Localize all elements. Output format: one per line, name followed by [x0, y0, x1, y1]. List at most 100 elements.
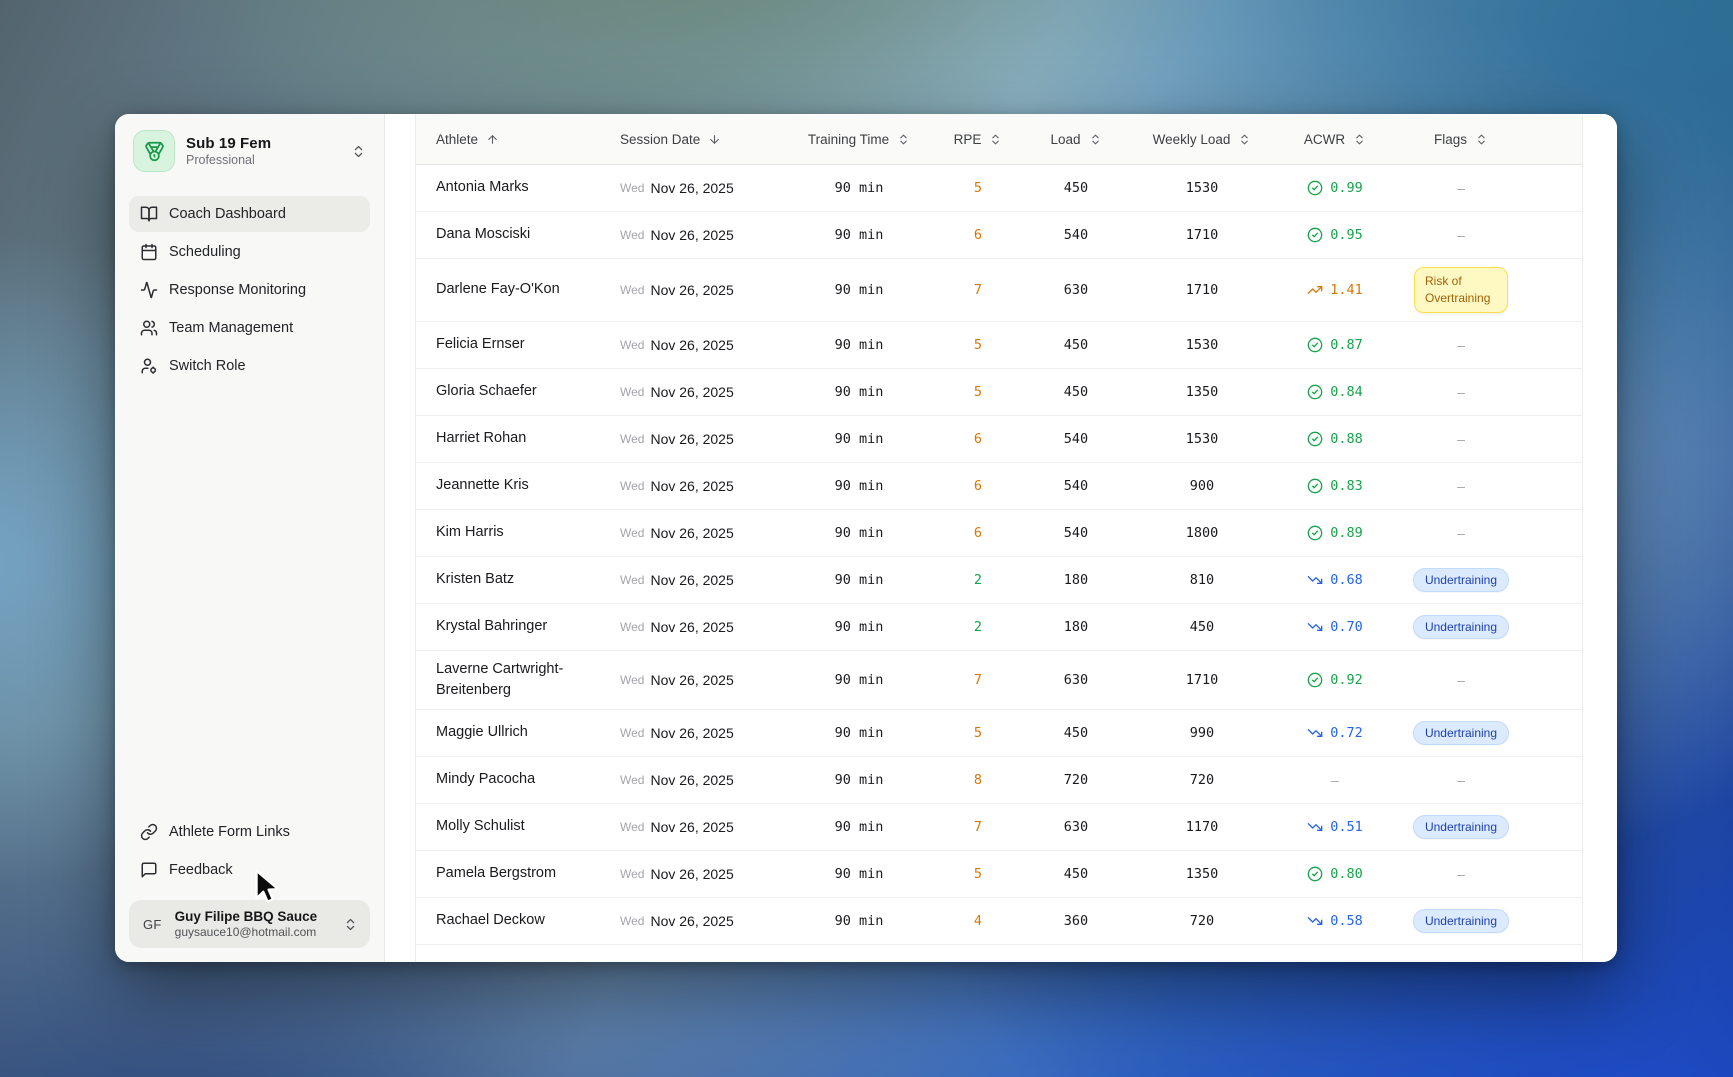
column-header-load[interactable]: Load — [1022, 132, 1130, 147]
load-value: 450 — [1063, 724, 1089, 741]
sidebar-item-coach-dashboard[interactable]: Coach Dashboard — [129, 196, 370, 232]
acwr-cell: 0.68 — [1274, 572, 1396, 588]
link-icon — [140, 823, 158, 841]
flag-empty: – — [1457, 477, 1465, 494]
message-square-icon — [140, 861, 158, 879]
athlete-name: Mindy Pacocha — [436, 771, 536, 788]
sidebar-item-athlete-form-links[interactable]: Athlete Form Links — [129, 814, 370, 850]
undertraining-badge: Undertraining — [1412, 814, 1510, 839]
flags-cell: – — [1396, 227, 1582, 243]
weekly-load-value: 1710 — [1185, 671, 1219, 688]
user-name: Guy Filipe BBQ Sauce — [174, 909, 318, 924]
sidebar-item-scheduling[interactable]: Scheduling — [129, 234, 370, 270]
flag-empty: – — [1457, 771, 1465, 788]
trending-up-icon — [1307, 282, 1323, 298]
acwr-value: 0.80 — [1307, 866, 1363, 882]
flags-cell: – — [1396, 180, 1582, 196]
flags-cell: Undertraining — [1396, 567, 1582, 592]
undertraining-badge: Undertraining — [1412, 908, 1510, 933]
acwr-value: 0.72 — [1307, 725, 1363, 741]
column-header-weekly-load[interactable]: Weekly Load — [1130, 132, 1274, 147]
acwr-cell: 0.95 — [1274, 227, 1396, 243]
load-value: 180 — [1063, 618, 1089, 635]
user-email: guysauce10@hotmail.com — [174, 925, 317, 939]
table-row[interactable]: Gloria Schaefer Wed Nov 26, 2025 90 min 5… — [416, 369, 1582, 416]
column-header-flags[interactable]: Flags — [1396, 132, 1582, 147]
session-date: Wed Nov 26, 2025 — [620, 180, 734, 196]
weekly-load-value: 1530 — [1185, 336, 1219, 353]
session-date: Wed Nov 26, 2025 — [620, 281, 734, 298]
user-menu[interactable]: GF Guy Filipe BBQ Sauce guysauce10@hotma… — [129, 900, 370, 948]
training-time: 90 min — [834, 865, 884, 882]
sidebar-item-switch-role[interactable]: Switch Role — [129, 348, 370, 384]
table-row[interactable]: Dana Mosciski Wed Nov 26, 2025 90 min 6 5… — [416, 212, 1582, 259]
sidebar: Sub 19 Fem Professional Coach Dashboard … — [115, 114, 385, 962]
column-header-acwr[interactable]: ACWR — [1274, 132, 1396, 147]
table-row[interactable]: Harriet Rohan Wed Nov 26, 2025 90 min 6 5… — [416, 416, 1582, 463]
session-date: Wed Nov 26, 2025 — [620, 430, 734, 447]
column-header-training-time[interactable]: Training Time — [784, 132, 934, 147]
acwr-value: 0.83 — [1307, 478, 1363, 494]
flag-empty: – — [1457, 671, 1465, 688]
column-header-session-date[interactable]: Session Date — [616, 132, 784, 147]
load-value: 540 — [1063, 524, 1089, 541]
column-header-athlete[interactable]: Athlete — [416, 132, 616, 147]
acwr-cell: 0.80 — [1274, 866, 1396, 882]
rpe-value: 5 — [973, 383, 983, 400]
arrow-up-icon — [486, 133, 499, 146]
acwr-value: 0.89 — [1307, 525, 1363, 541]
table-row[interactable]: Mindy Pacocha Wed Nov 26, 2025 90 min 8 7… — [416, 757, 1582, 804]
sidebar-item-team-management[interactable]: Team Management — [129, 310, 370, 346]
flags-cell: – — [1396, 866, 1582, 882]
session-date: Wed Nov 26, 2025 — [620, 865, 734, 882]
undertraining-badge: Undertraining — [1412, 614, 1510, 639]
sidebar-item-feedback[interactable]: Feedback — [129, 852, 370, 888]
team-plan: Professional — [186, 153, 255, 167]
flags-cell: Risk of Overtraining — [1396, 267, 1582, 313]
table-row[interactable]: Kim Harris Wed Nov 26, 2025 90 min 6 540 … — [416, 510, 1582, 557]
check-circle-icon — [1307, 866, 1323, 882]
check-circle-icon — [1307, 525, 1323, 541]
table-row[interactable]: Molly Schulist Wed Nov 26, 2025 90 min 7 … — [416, 804, 1582, 851]
load-value: 630 — [1063, 818, 1089, 835]
session-date: Wed Nov 26, 2025 — [620, 524, 734, 541]
athlete-name: Dana Mosciski — [436, 226, 531, 243]
table-row[interactable]: Maggie Ullrich Wed Nov 26, 2025 90 min 5 … — [416, 710, 1582, 757]
table-row[interactable]: Krystal Bahringer Wed Nov 26, 2025 90 min… — [416, 604, 1582, 651]
athlete-name: Kim Harris — [436, 524, 504, 541]
training-time: 90 min — [834, 430, 884, 447]
team-selector[interactable]: Sub 19 Fem Professional — [129, 130, 370, 172]
table-row[interactable]: Darlene Fay-O'Kon Wed Nov 26, 2025 90 min… — [416, 259, 1582, 322]
table-row[interactable]: Pamela Bergstrom Wed Nov 26, 2025 90 min … — [416, 851, 1582, 898]
table-row[interactable]: Rachael Deckow Wed Nov 26, 2025 90 min 4 … — [416, 898, 1582, 945]
table-row[interactable]: Laverne Cartwright-Breitenberg Wed Nov 26… — [416, 651, 1582, 710]
rpe-value: 6 — [973, 227, 983, 243]
table-row[interactable]: Felicia Ernser Wed Nov 26, 2025 90 min 5 … — [416, 322, 1582, 369]
rpe-value: 6 — [973, 524, 983, 541]
table-row[interactable]: Antonia Marks Wed Nov 26, 2025 90 min 5 4… — [416, 165, 1582, 212]
chevrons-up-down-icon — [351, 144, 366, 159]
weekly-load-value: 1350 — [1185, 865, 1219, 882]
flags-cell: – — [1396, 431, 1582, 447]
load-value: 540 — [1063, 477, 1089, 494]
table-row[interactable]: Jeannette Kris Wed Nov 26, 2025 90 min 6 … — [416, 463, 1582, 510]
flags-cell: – — [1396, 478, 1582, 494]
trending-down-icon — [1307, 619, 1323, 635]
athlete-name: Jeannette Kris — [436, 477, 529, 494]
undertraining-badge: Undertraining — [1412, 720, 1510, 745]
session-date: Wed Nov 26, 2025 — [620, 336, 734, 353]
column-header-rpe[interactable]: RPE — [934, 132, 1022, 147]
acwr-empty: – — [1331, 771, 1339, 788]
rpe-value: 7 — [973, 818, 983, 835]
acwr-cell: 0.99 — [1274, 180, 1396, 196]
load-value: 360 — [1063, 912, 1089, 929]
table-row[interactable]: Kristen Batz Wed Nov 26, 2025 90 min 2 18… — [416, 557, 1582, 604]
acwr-cell: 0.84 — [1274, 384, 1396, 400]
activity-icon — [140, 281, 158, 299]
sidebar-item-response-monitoring[interactable]: Response Monitoring — [129, 272, 370, 308]
athletes-table[interactable]: Athlete Session Date Training Time RPE L… — [415, 114, 1583, 962]
acwr-value: 0.58 — [1307, 913, 1363, 929]
chevrons-up-down-icon — [989, 133, 1002, 146]
load-value: 540 — [1063, 430, 1089, 447]
user-switch-icon — [140, 357, 158, 375]
